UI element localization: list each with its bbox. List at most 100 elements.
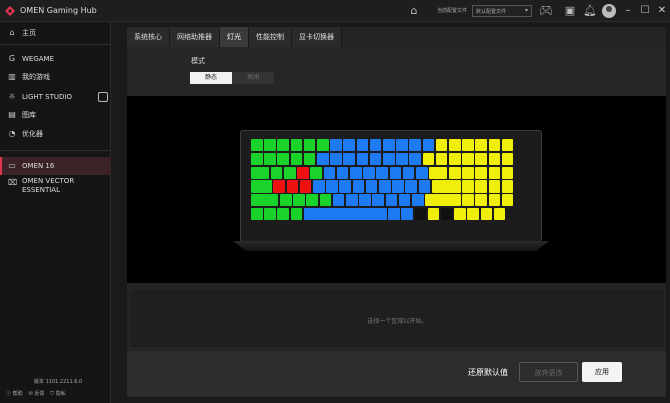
keyboard-key-green[interactable] (303, 139, 316, 152)
keyboard-key-green[interactable] (251, 139, 263, 152)
keyboard-key-yellow[interactable] (501, 166, 514, 179)
keyboard-key-green[interactable] (277, 152, 289, 165)
keyboard-key-yellow[interactable] (449, 166, 461, 179)
keyboard-key-green[interactable] (317, 139, 329, 152)
keyboard-key-blue[interactable] (359, 194, 371, 207)
keyboard-key-yellow[interactable] (488, 152, 501, 165)
reset-defaults-button[interactable]: 还原默认值 (468, 367, 508, 378)
keyboard-key-green[interactable] (251, 194, 279, 207)
feedback-link[interactable]: ✉ 反馈 (29, 390, 45, 397)
keyboard-key-blue[interactable] (326, 180, 338, 193)
keyboard-key-blue[interactable] (379, 180, 391, 193)
keyboard-key-blue[interactable] (409, 152, 421, 165)
keyboard-key-green[interactable] (270, 166, 283, 179)
keyboard-key-red[interactable] (299, 180, 312, 193)
monitor-icon[interactable]: ▣ (563, 4, 577, 18)
keyboard-key-blue[interactable] (369, 152, 382, 165)
keyboard-key-yellow[interactable] (501, 152, 514, 165)
keyboard-key-green[interactable] (280, 194, 292, 207)
keyboard-key-blue[interactable] (383, 152, 395, 165)
keyboard-key-green[interactable] (319, 194, 332, 207)
tab-lighting[interactable]: 灯光 (220, 27, 249, 47)
keyboard-key-yellow[interactable] (501, 180, 514, 193)
keyboard-key-yellow[interactable] (501, 194, 514, 207)
privacy-link[interactable]: ⛉ 隐私 (50, 390, 65, 397)
tab-performance-control[interactable]: 性能控制 (249, 27, 292, 47)
keyboard-key-blue[interactable] (317, 152, 329, 165)
help-link[interactable]: ⓘ 帮助 (6, 390, 23, 397)
keyboard-key-green[interactable] (277, 139, 289, 152)
keyboard-key-green[interactable] (284, 166, 296, 179)
sidebar-item-home[interactable]: ⌂ 主页 (0, 24, 111, 42)
keyboard-key-blue[interactable] (350, 166, 362, 179)
keyboard-key-yellow[interactable] (462, 194, 474, 207)
keyboard-key-yellow[interactable] (425, 194, 461, 207)
keyboard-key-green[interactable] (290, 139, 303, 152)
keyboard-key-blue[interactable] (365, 180, 378, 193)
sidebar-item-optimizer[interactable]: ◔ 优化器 (0, 125, 111, 143)
keyboard-key-blue[interactable] (343, 139, 355, 152)
keyboard-key-green[interactable] (310, 166, 322, 179)
keyboard-key-green[interactable] (277, 208, 289, 221)
avatar[interactable] (602, 4, 616, 18)
keyboard-key-blue[interactable] (369, 139, 382, 152)
keyboard-key-red[interactable] (297, 166, 309, 179)
sidebar-item-gallery[interactable]: ▤ 图库 (0, 106, 111, 124)
keyboard-key-green[interactable] (251, 180, 272, 193)
apply-button[interactable]: 应用 (582, 362, 622, 382)
keyboard-key-red[interactable] (273, 180, 286, 193)
keyboard-key-yellow[interactable] (501, 139, 514, 152)
keyboard-key-blue[interactable] (388, 208, 400, 221)
keyboard-key-yellow[interactable] (493, 208, 506, 221)
keyboard-key-yellow[interactable] (431, 180, 461, 193)
mode-static-button[interactable]: 静态 (190, 72, 232, 84)
tab-gpu-switcher[interactable]: 显卡切换器 (292, 27, 342, 47)
keyboard-key-green[interactable] (251, 152, 263, 165)
sidebar-item-light-studio[interactable]: ☼ LIGHT STUDIO (0, 88, 111, 106)
keyboard-key-yellow[interactable] (422, 152, 435, 165)
keyboard-key-yellow[interactable] (462, 180, 474, 193)
sidebar-device-omen-vector[interactable]: ⌧ OMEN VECTOR ESSENTIAL (0, 177, 111, 201)
keyboard-key-yellow[interactable] (475, 166, 487, 179)
keyboard-key-yellow[interactable] (462, 166, 474, 179)
keyboard-key-blue[interactable] (330, 139, 342, 152)
keyboard-key-blue[interactable] (412, 194, 424, 207)
keyboard-key-yellow[interactable] (475, 180, 487, 193)
keyboard-key-blue[interactable] (396, 152, 408, 165)
sidebar-device-omen-16[interactable]: ▭ OMEN 16 (0, 157, 111, 175)
keyboard-key-dark[interactable] (441, 208, 453, 221)
keyboard-key-yellow[interactable] (488, 194, 501, 207)
keyboard-key-blue[interactable] (343, 152, 355, 165)
tab-network-booster[interactable]: 网络助推器 (170, 27, 220, 47)
keyboard-key-blue[interactable] (385, 194, 398, 207)
keyboard-key-blue[interactable] (405, 180, 418, 193)
keyboard-key-yellow[interactable] (480, 208, 493, 221)
keyboard-key-blue[interactable] (356, 152, 369, 165)
discard-changes-button[interactable]: 放弃更改 (519, 362, 578, 382)
keyboard-key-yellow[interactable] (475, 194, 487, 207)
keyboard-key-yellow[interactable] (427, 208, 440, 221)
keyboard-key-blue[interactable] (323, 166, 336, 179)
tab-system-core[interactable]: 系统核心 (127, 27, 170, 47)
sidebar-item-my-games[interactable]: ▥ 我的游戏 (0, 68, 111, 86)
keyboard-key-blue[interactable] (356, 139, 369, 152)
keyboard-key-blue[interactable] (396, 139, 408, 152)
keyboard-key-yellow[interactable] (475, 139, 487, 152)
keyboard-key-green[interactable] (303, 152, 316, 165)
keyboard-key-yellow[interactable] (488, 180, 501, 193)
keyboard-key-yellow[interactable] (449, 152, 461, 165)
keyboard-key-blue[interactable] (346, 194, 358, 207)
keyboard-key-green[interactable] (264, 152, 276, 165)
keyboard-key-green[interactable] (293, 194, 305, 207)
maximize-icon[interactable]: ☐ (638, 3, 652, 19)
keyboard-key-blue[interactable] (352, 180, 365, 193)
keyboard-key-green[interactable] (251, 208, 263, 221)
keyboard-key-yellow[interactable] (488, 139, 501, 152)
keyboard-key-green[interactable] (264, 139, 276, 152)
keyboard-key-blue[interactable] (398, 194, 411, 207)
keyboard-key-blue[interactable] (422, 139, 435, 152)
keyboard-key-blue[interactable] (389, 166, 402, 179)
keyboard-key-blue[interactable] (416, 166, 428, 179)
keyboard-key-blue[interactable] (409, 139, 421, 152)
keyboard-key-green[interactable] (306, 194, 319, 207)
